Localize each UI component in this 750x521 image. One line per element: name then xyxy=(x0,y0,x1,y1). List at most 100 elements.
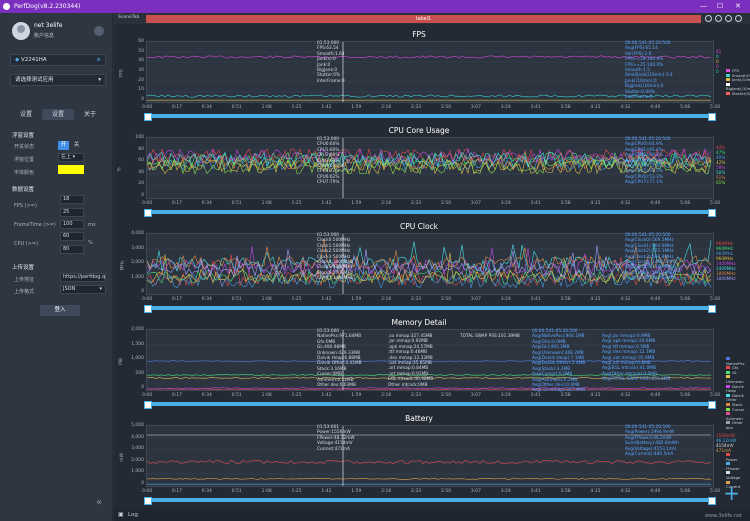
timeline-scrollbar[interactable] xyxy=(144,209,716,217)
chart-title: Battery xyxy=(405,414,433,423)
user-name: net 3elife xyxy=(34,22,63,29)
x-tick-label: 4:15 xyxy=(590,393,601,398)
x-tick-label: 1:25 xyxy=(291,105,302,110)
scene-tab[interactable]: SceneTab xyxy=(118,15,139,20)
x-tick-label: 3:24 xyxy=(500,297,511,302)
frametime-unit: ms xyxy=(88,222,96,228)
legend-item[interactable]: Other dev xyxy=(726,421,744,430)
monitor-icon[interactable] xyxy=(715,15,722,22)
series-line xyxy=(147,477,712,480)
x-tick-label: 2:50 xyxy=(440,489,452,494)
x-tick-label: 1:59 xyxy=(351,297,362,302)
device-select[interactable]: ◆ V2241HA ≋ xyxy=(10,54,106,66)
y-tick-label: 100 xyxy=(135,135,144,140)
chart-panel-4: Battery mW 5,000 4,000 3,000 2,000 1,000 0 0:00 0… xyxy=(120,413,740,505)
cpu-unit: % xyxy=(88,240,93,246)
tab-settings-1[interactable]: 设置 xyxy=(10,109,42,120)
fps-threshold-1[interactable]: 18 xyxy=(60,195,84,204)
x-tick-label: 3:41 xyxy=(530,105,541,110)
legend-swatch xyxy=(726,78,730,82)
x-tick-label: 5:20 xyxy=(710,489,721,494)
y-tick-label: 3,000 xyxy=(131,245,144,251)
upload-addr-input[interactable]: https://perfdog.q xyxy=(60,273,106,282)
timeline-scrollbar[interactable] xyxy=(144,305,716,313)
legend-item[interactable]: Voltage xyxy=(726,471,740,480)
x-tick-label: 0:00 xyxy=(142,393,153,398)
legend-item[interactable]: Power xyxy=(726,453,740,462)
settings-gear-icon[interactable] xyxy=(725,15,732,22)
fps-threshold-2[interactable]: 25 xyxy=(60,208,84,217)
chart-legend: NativePss Gfx GL Unknown Dalvik Heap Dalvik O… xyxy=(726,357,744,431)
location-icon[interactable] xyxy=(705,15,712,22)
log-label[interactable]: Log xyxy=(128,512,138,518)
x-tick-label: 0:51 xyxy=(231,393,242,398)
y-tick-label: 4,000 xyxy=(131,434,144,440)
y-tick-label: 0 xyxy=(141,193,144,198)
account-info-link[interactable]: 账户信息 xyxy=(34,32,54,39)
float-pos-value: 左上 xyxy=(61,154,72,160)
tab-settings-2[interactable]: 设置 xyxy=(42,109,74,120)
x-tick-label: 2:16 xyxy=(381,201,392,206)
x-tick-label: 1:42 xyxy=(321,201,332,206)
float-on-button[interactable]: 开 xyxy=(58,141,69,150)
avatar[interactable] xyxy=(12,22,30,40)
y-tick-label: 2,000 xyxy=(131,260,144,265)
minimize-button[interactable]: — xyxy=(700,0,707,13)
timeline-scrollbar[interactable] xyxy=(144,113,716,121)
settings-icon[interactable] xyxy=(94,26,104,36)
legend-swatch xyxy=(726,370,730,374)
maximize-button[interactable]: ☐ xyxy=(717,0,723,13)
y-tick-label: 0 xyxy=(141,289,144,294)
upload-fmt-select[interactable]: JSON ▾ xyxy=(60,285,106,294)
legend-swatch xyxy=(726,412,730,416)
legend-swatch xyxy=(726,407,730,411)
side-value: 1800MHz xyxy=(716,276,736,281)
collapse-sidebar-icon[interactable]: « xyxy=(96,497,102,508)
x-tick-label: 1:25 xyxy=(291,489,302,494)
x-tick-label: 4:49 xyxy=(650,105,661,110)
float-pos-select[interactable]: 左上 ▾ xyxy=(58,153,84,162)
cpu-threshold-label: CPU (>=) xyxy=(14,241,39,247)
range-stats: 00:00:541-05:20:500 Avg(CPU0):64.9% Avg(… xyxy=(625,137,671,186)
float-off-button[interactable]: 关 xyxy=(71,141,82,150)
x-tick-label: 1:08 xyxy=(261,489,272,494)
y-tick-label: 10 xyxy=(138,87,144,93)
tab-about[interactable]: 关于 xyxy=(74,109,106,120)
cursor-info: 01:53:000 CPU0:60% CPU1:60% CPU2:60% CPU… xyxy=(317,137,340,186)
x-tick-label: 1:59 xyxy=(351,105,362,110)
cpu-threshold-1[interactable]: 60 xyxy=(60,232,84,241)
cloud-icon[interactable] xyxy=(735,15,742,22)
wifi-icon: ≋ xyxy=(96,57,101,63)
legend-item[interactable]: Stutter(%) xyxy=(726,91,750,97)
x-tick-label: 0:17 xyxy=(171,201,182,206)
log-toggle-icon[interactable]: ▣ xyxy=(118,509,124,521)
y-tick-label: 1,000 xyxy=(131,469,144,475)
login-button[interactable]: 登入 xyxy=(40,305,80,316)
main-area: SceneTab label1 FPS FPS 60 50 40 30 20 10 0 0:00 0… xyxy=(114,13,750,521)
cpu-threshold-2[interactable]: 80 xyxy=(60,245,84,254)
close-button[interactable]: ✕ xyxy=(735,0,741,13)
y-tick-label: 50 xyxy=(138,48,144,54)
timeline-scrollbar[interactable] xyxy=(144,497,716,505)
x-tick-label: 1:25 xyxy=(291,297,302,302)
fps-threshold-label: FPS (>=) xyxy=(14,203,37,209)
x-tick-label: 4:49 xyxy=(650,489,661,494)
add-chart-icon[interactable]: + xyxy=(723,483,740,503)
app-select[interactable]: 请选择测试应用 ▾ xyxy=(10,74,106,86)
x-tick-label: 4:15 xyxy=(590,297,601,302)
chart-title: CPU Core Usage xyxy=(388,126,450,135)
frametime-input[interactable]: 100 xyxy=(60,220,84,229)
upload-section-title: 上传设置 xyxy=(12,265,35,271)
x-tick-label: 5:06 xyxy=(680,297,691,302)
cursor-info: 01:53:000 Clock0:500MHz Clock1:500MHz Cl… xyxy=(317,233,353,282)
label-bar[interactable]: label1 xyxy=(146,15,701,23)
x-tick-label: 3:07 xyxy=(470,393,481,398)
timeline-scrollbar[interactable] xyxy=(144,401,716,409)
font-color-swatch[interactable] xyxy=(58,165,84,174)
x-tick-label: 2:16 xyxy=(381,297,392,302)
y-tick-label: 80 xyxy=(138,146,144,152)
y-tick-label: 1,000 xyxy=(131,356,144,361)
x-tick-label: 3:41 xyxy=(530,297,541,302)
legend-item[interactable]: FPower xyxy=(726,462,740,471)
x-tick-label: 3:07 xyxy=(470,297,481,302)
